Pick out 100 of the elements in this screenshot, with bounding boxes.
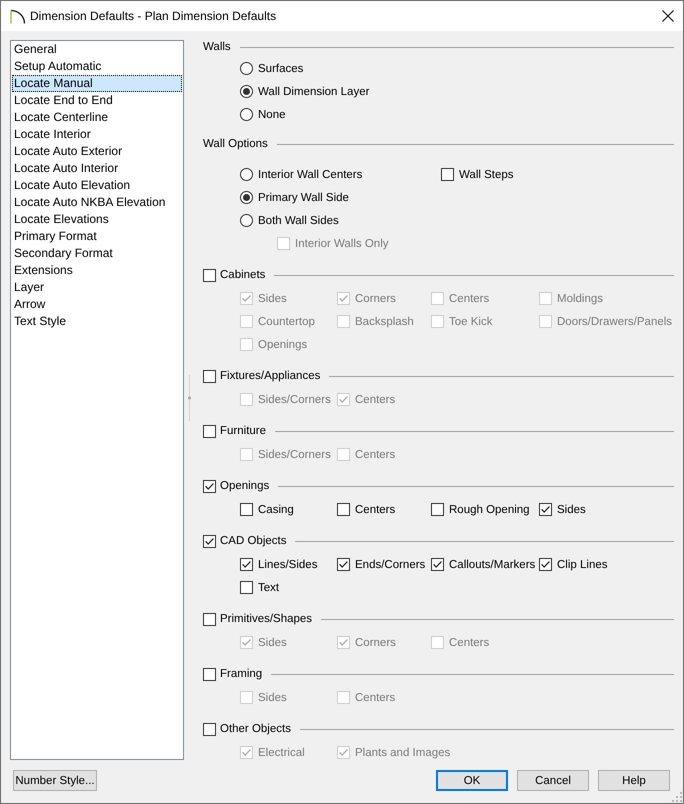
sidebar-item[interactable]: General	[12, 41, 182, 58]
close-button[interactable]	[662, 10, 674, 22]
option-label: Clip Lines	[557, 558, 608, 570]
group-title: Primitives/Shapes	[220, 613, 312, 625]
option-label: Corners	[355, 292, 396, 304]
option-label: Electrical	[258, 746, 305, 758]
checkmark-icon	[541, 506, 550, 513]
option-label: Callouts/Markers	[449, 558, 536, 570]
dialog-button[interactable]: OK	[436, 770, 508, 791]
option-label: Sides/Corners	[258, 448, 331, 460]
checkbox[interactable]	[203, 722, 216, 736]
option-label: Sides	[258, 692, 287, 704]
option-label: Both Wall Sides	[258, 214, 339, 226]
option-label: Centers	[449, 636, 490, 648]
radio-button[interactable]	[240, 62, 253, 75]
option-label: Plants and Images	[355, 746, 450, 758]
dialog-button[interactable]: Cancel	[517, 770, 589, 791]
checkmark-icon	[242, 749, 251, 756]
option-label: Centers	[449, 292, 490, 304]
option-label: Primary Wall Side	[258, 192, 349, 204]
option-label: Sides	[258, 636, 287, 648]
checkmark-icon	[339, 396, 348, 403]
sidebar-item[interactable]: Locate End to End	[12, 92, 182, 109]
option-label: Moldings	[557, 292, 604, 304]
checkbox[interactable]	[431, 558, 444, 571]
sidebar-item[interactable]: Extensions	[12, 262, 182, 279]
radio-button[interactable]	[240, 168, 253, 181]
close-icon	[662, 10, 674, 22]
group-title: Furniture	[220, 425, 266, 437]
option-label: Backsplash	[355, 316, 414, 328]
checkbox[interactable]	[240, 558, 253, 571]
radio-button[interactable]	[240, 191, 253, 204]
checkbox[interactable]	[539, 558, 552, 571]
checkmark-icon	[205, 538, 214, 544]
option-label: Countertop	[258, 316, 315, 328]
checkmark-icon	[205, 482, 214, 490]
option-label: Openings	[258, 338, 308, 350]
arc-icon	[10, 8, 25, 24]
checkbox[interactable]	[240, 581, 253, 594]
option-label: Text	[258, 582, 280, 594]
group-title: Wall Options	[203, 138, 268, 150]
checkmark-icon	[541, 561, 550, 568]
option-label: Centers	[355, 448, 396, 460]
checkmark-icon	[339, 749, 348, 756]
checkbox[interactable]	[203, 612, 216, 626]
option-label: Sides/Corners	[258, 394, 331, 406]
radio-button[interactable]	[240, 108, 253, 121]
sidebar-item[interactable]: Arrow	[12, 296, 182, 313]
checkbox[interactable]	[203, 668, 216, 680]
sidebar-item[interactable]: Layer	[12, 279, 182, 296]
option-label: Rough Opening	[449, 504, 530, 516]
sidebar-item[interactable]: Text Style	[12, 313, 182, 330]
checkbox[interactable]	[240, 503, 253, 516]
sidebar-item[interactable]: Locate Auto NKBA Elevation	[12, 194, 182, 211]
sidebar-item[interactable]: Locate Auto Interior	[12, 160, 182, 177]
sidebar-item[interactable]: Setup Automatic	[12, 58, 182, 75]
option-label: Casing	[258, 504, 294, 516]
group-title: Cabinets	[220, 269, 266, 281]
checkmark-icon	[242, 561, 251, 568]
sidebar-item[interactable]: Locate Auto Elevation	[12, 177, 182, 194]
option-label: Doors/Drawers/Panels	[557, 316, 672, 328]
checkbox[interactable]	[441, 168, 454, 181]
checkbox[interactable]	[203, 534, 216, 548]
checkbox[interactable]	[203, 424, 216, 438]
window-title: Dimension Defaults - Plan Dimension Defaults	[30, 9, 278, 23]
option-label: Toe Kick	[449, 316, 492, 328]
sidebar-item[interactable]: Locate Auto Exterior	[12, 143, 182, 160]
checkbox[interactable]	[203, 268, 216, 282]
checkbox[interactable]	[337, 558, 350, 571]
sidebar-item[interactable]: Locate Centerline	[12, 109, 182, 126]
dialog-button[interactable]: Help	[598, 770, 670, 791]
checkbox[interactable]	[203, 480, 216, 492]
sidebar-item[interactable]: Locate Manual	[12, 75, 182, 92]
sidebar-item[interactable]: Secondary Format	[12, 245, 182, 262]
group-title: Fixtures/Appliances	[220, 370, 320, 382]
sidebar-item[interactable]: Locate Elevations	[12, 211, 182, 228]
sidebar-item[interactable]: Primary Format	[12, 228, 182, 245]
radio-button[interactable]	[240, 214, 253, 227]
number-style-button[interactable]: Number Style...	[13, 770, 97, 791]
option-label: Interior Wall Centers	[258, 168, 362, 180]
option-label: Centers	[355, 692, 396, 704]
group-title: Walls	[203, 41, 231, 53]
option-label: Interior Walls Only	[295, 238, 389, 250]
checkbox[interactable]	[203, 370, 216, 382]
resize-grip-icon[interactable]	[672, 792, 682, 802]
group-title: Other Objects	[220, 723, 291, 735]
option-label: Sides	[258, 292, 287, 304]
option-label: Sides	[557, 504, 586, 516]
checkbox[interactable]	[337, 503, 350, 516]
sidebar-item[interactable]: Locate Interior	[12, 126, 182, 143]
checkmark-icon	[339, 639, 348, 646]
option-label: Ends/Corners	[355, 558, 426, 570]
option-label: Surfaces	[258, 62, 304, 74]
option-label: Wall Dimension Layer	[258, 86, 370, 98]
checkbox[interactable]	[431, 503, 444, 516]
checkmark-icon	[242, 295, 251, 302]
checkbox[interactable]	[539, 503, 552, 516]
option-label: Centers	[355, 394, 396, 406]
radio-button[interactable]	[240, 85, 253, 98]
checkmark-icon	[242, 639, 251, 646]
